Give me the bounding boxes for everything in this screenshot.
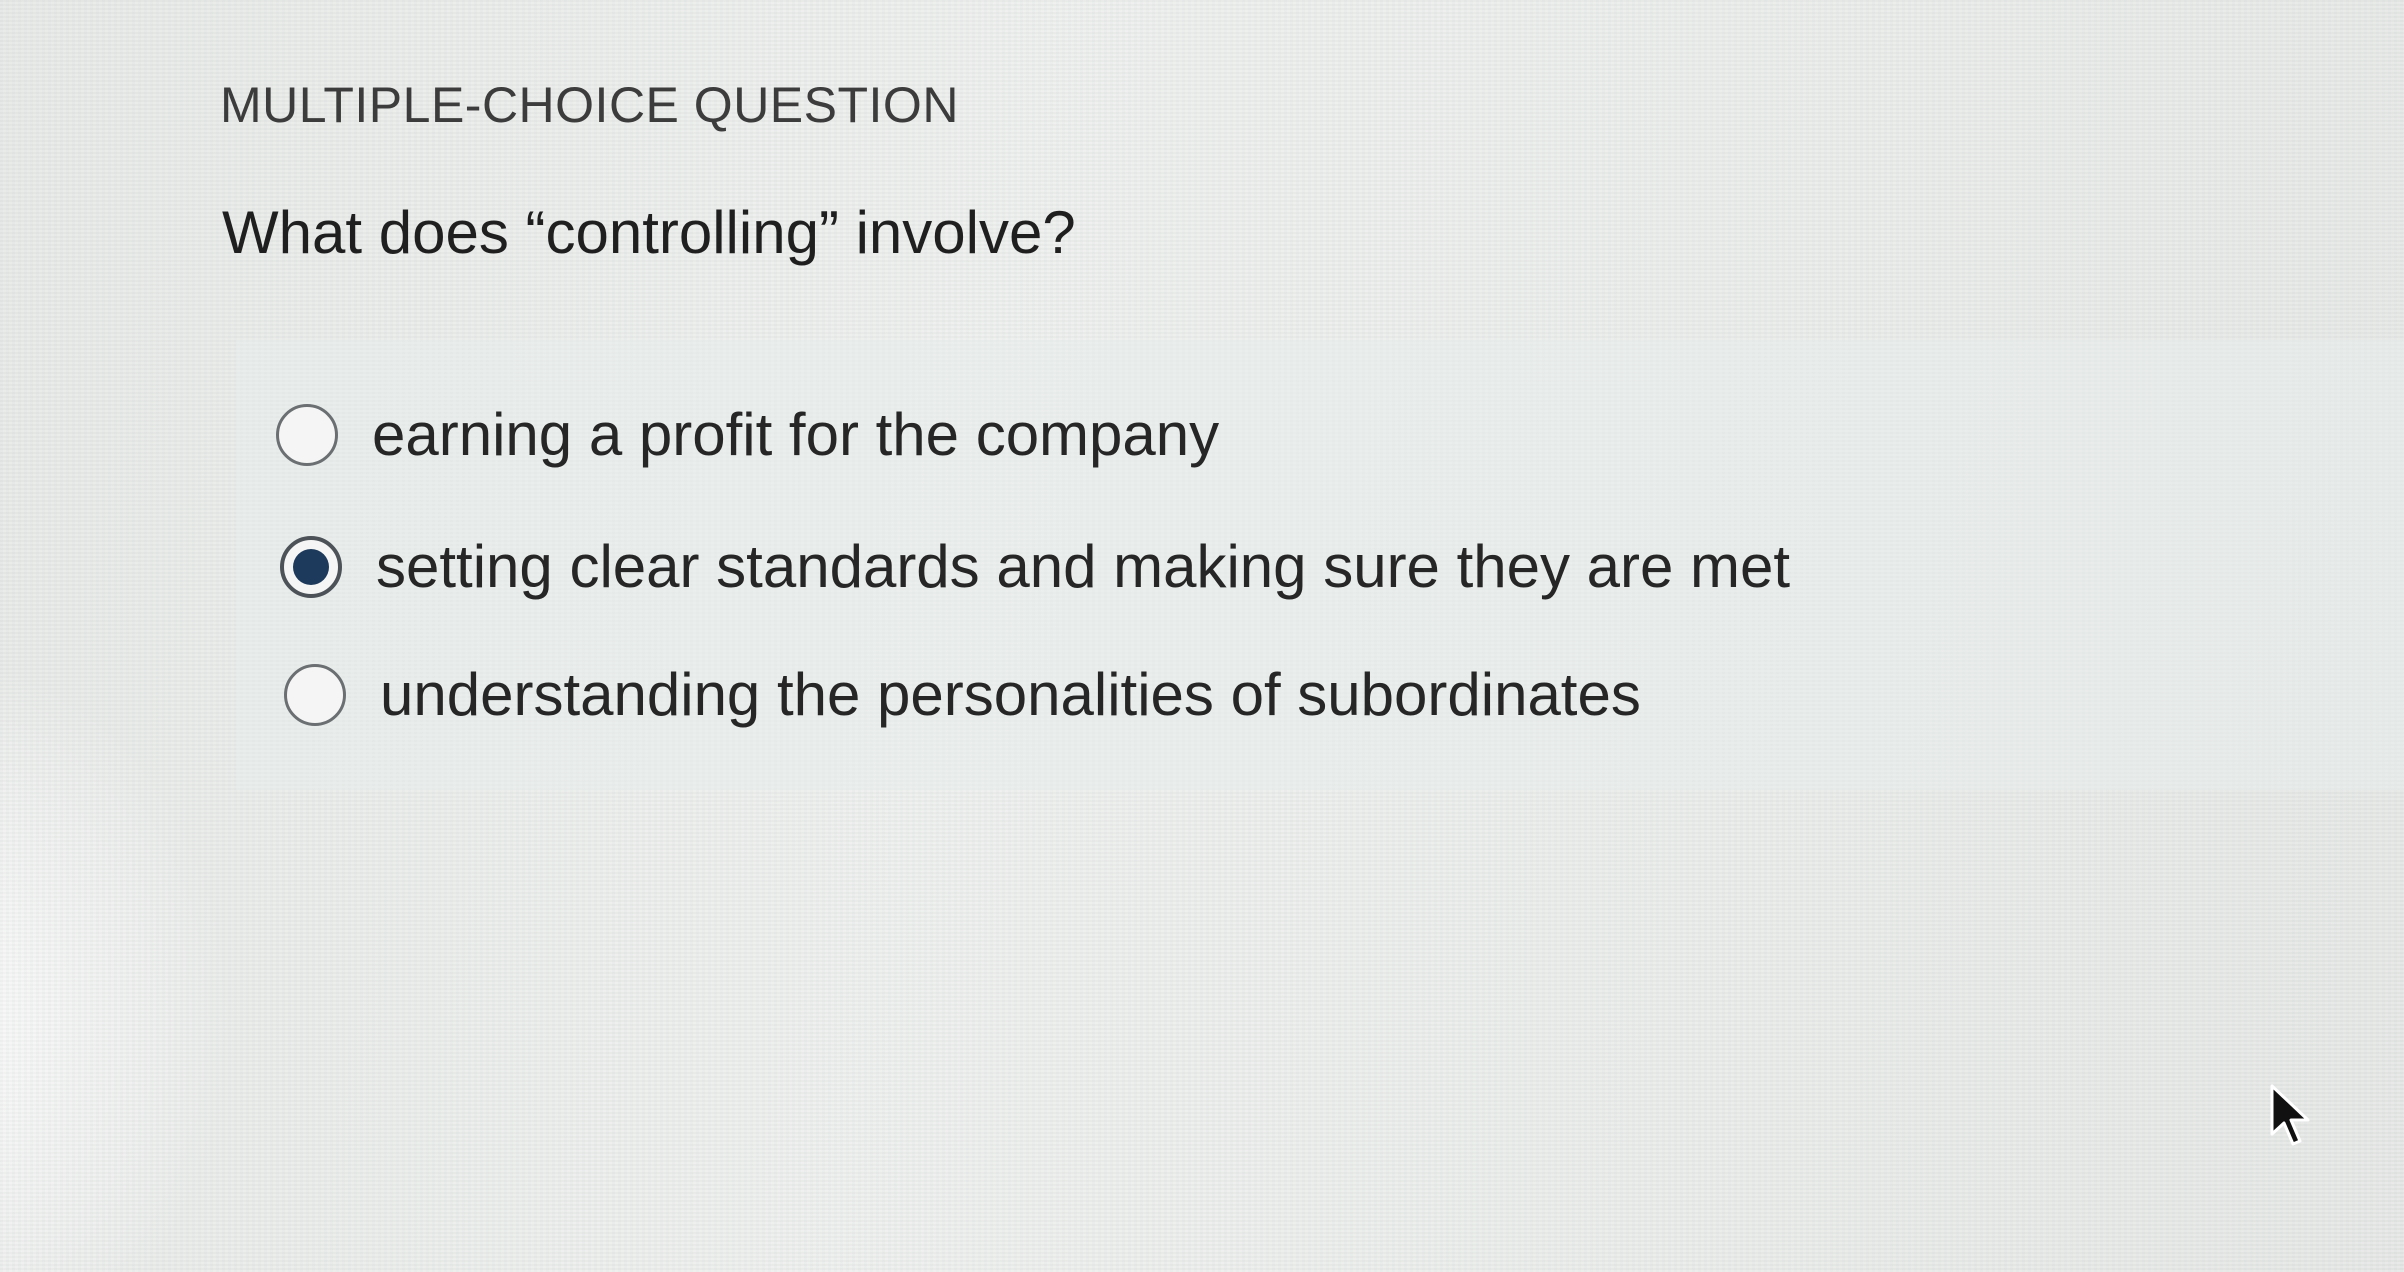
answer-option-label[interactable]: earning a profit for the company [372,400,1219,469]
answer-option-label[interactable]: setting clear standards and making sure … [376,532,1790,601]
radio-empty-icon[interactable] [276,403,338,466]
answer-option-1[interactable]: earning a profit for the company [276,400,1219,469]
answer-option-2[interactable]: setting clear standards and making sure … [280,532,1790,601]
arrow-pointer-icon [2270,1084,2310,1146]
radio-filled-icon[interactable] [280,535,342,598]
question-card: MULTIPLE-CHOICE QUESTION What does “cont… [0,0,2404,1272]
question-type-label: MULTIPLE-CHOICE QUESTION [220,77,959,133]
question-prompt: What does “controlling” involve? [222,199,1076,266]
radio-empty-icon[interactable] [284,663,346,726]
answer-option-label[interactable]: understanding the personalities of subor… [380,660,1641,729]
answer-option-3[interactable]: understanding the personalities of subor… [284,660,1641,729]
